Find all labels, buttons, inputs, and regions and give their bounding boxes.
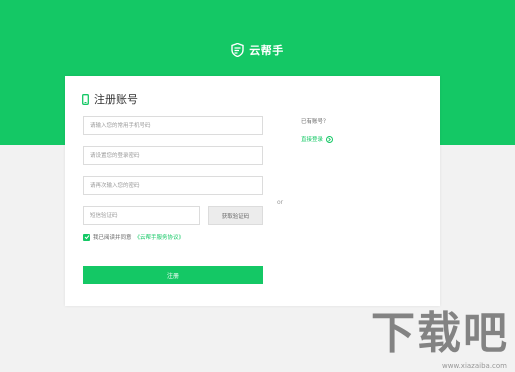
login-link-label: 直接登录	[301, 137, 324, 143]
phone-icon	[82, 93, 89, 105]
agreement-link[interactable]: 《云帮手服务协议》	[135, 233, 185, 241]
check-icon	[84, 235, 89, 240]
confirm-password-input[interactable]	[83, 176, 263, 195]
agree-checkbox[interactable]	[83, 233, 90, 241]
watermark-url: www.xiazaiba.com	[442, 362, 507, 370]
brand-logo: 云帮手	[0, 42, 515, 58]
login-link[interactable]: 直接登录	[301, 135, 334, 143]
agreement-row: 我已阅读并同意 《云帮手服务协议》	[83, 233, 184, 241]
agree-text: 我已阅读并同意	[93, 235, 132, 241]
register-card: 注册账号 获取验证码 我已阅读并同意 《云帮手服务协议》 注册 or 已有账号？…	[65, 76, 440, 306]
get-code-button[interactable]: 获取验证码	[208, 206, 263, 225]
register-button[interactable]: 注册	[83, 266, 263, 284]
phone-input[interactable]	[83, 116, 263, 135]
or-divider: or	[277, 199, 284, 206]
sms-code-input[interactable]	[83, 206, 200, 225]
watermark-title: 下载吧	[371, 308, 509, 359]
page-title: 注册账号	[82, 91, 138, 107]
arrow-right-icon	[326, 135, 334, 143]
password-input[interactable]	[83, 146, 263, 165]
shield-logo-icon	[231, 43, 244, 57]
have-account-text: 已有账号？	[301, 119, 329, 125]
watermark: 下载吧 www.xiazaiba.com	[371, 308, 513, 371]
brand-name: 云帮手	[249, 44, 284, 57]
page-title-text: 注册账号	[94, 93, 138, 106]
